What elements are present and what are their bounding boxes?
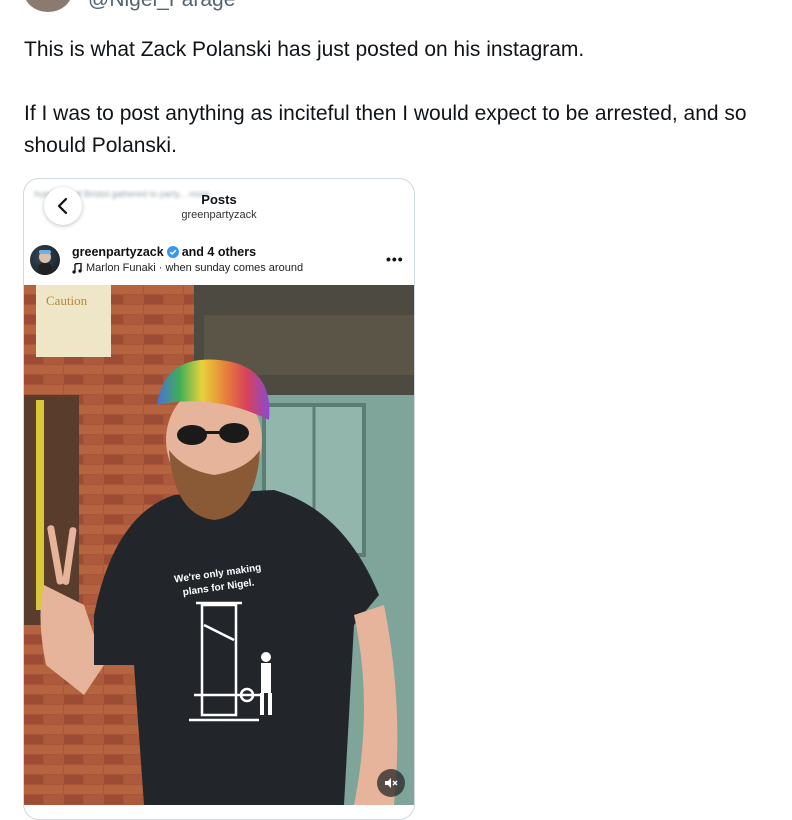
speaker-muted-icon (385, 778, 398, 788)
author-handle[interactable]: @Nigel_Farage (88, 0, 235, 12)
post-username[interactable]: greenpartyzack (72, 245, 164, 259)
music-label: Marlon Funaki · when sunday comes around (86, 262, 304, 274)
posts-header-subtitle: greenpartyzack (181, 209, 257, 221)
post-username-row[interactable]: greenpartyzack and 4 others (72, 245, 256, 259)
post-photo[interactable]: Caution We're only making plans for Nige… (24, 285, 414, 805)
tweet-paragraph-1: This is what Zack Polanski has just post… (24, 38, 585, 61)
back-button[interactable] (44, 187, 82, 225)
posts-header-title: Posts (201, 192, 237, 207)
coauthors-link[interactable]: and 4 others (182, 245, 256, 259)
verified-badge-icon (166, 246, 179, 258)
chevron-left-icon (57, 197, 68, 215)
mute-button[interactable] (377, 769, 405, 797)
photo-image: Caution We're only making plans for Nige… (24, 285, 414, 805)
tweet-paragraph-2: If I was to post anything as inciteful t… (24, 102, 747, 157)
music-row[interactable]: Marlon Funaki · when sunday comes around (72, 262, 303, 274)
author-avatar[interactable] (24, 0, 72, 12)
avatar-image (38, 250, 52, 275)
sign-text: Caution (46, 293, 88, 308)
music-note-icon (72, 262, 82, 274)
more-options-icon[interactable]: ••• (386, 251, 404, 267)
tweet-text: This is what Zack Polanski has just post… (24, 34, 769, 162)
embedded-media-card[interactable]: hundreds of Bristol gathered to party...… (23, 178, 415, 820)
post-avatar[interactable] (30, 245, 60, 275)
